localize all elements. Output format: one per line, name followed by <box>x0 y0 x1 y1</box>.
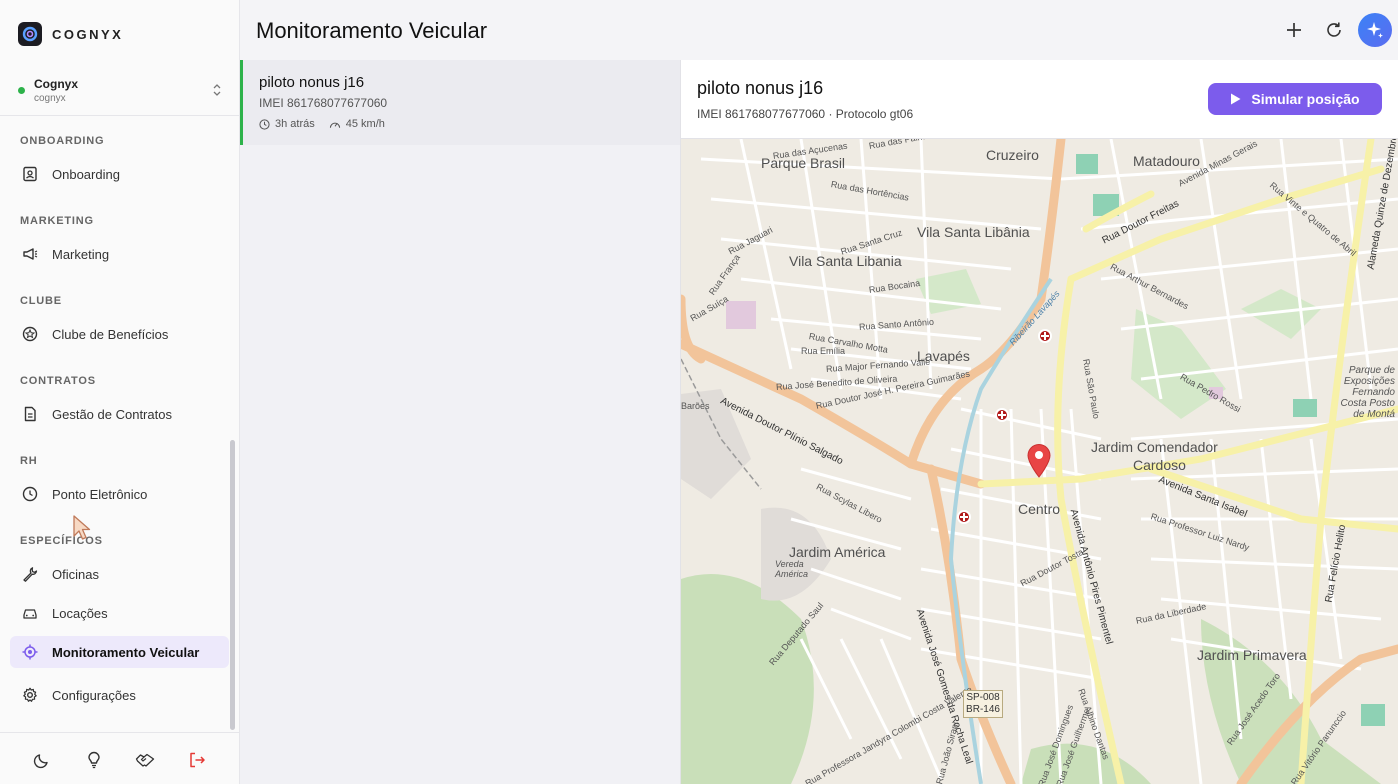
simulate-position-label: Simular posição <box>1251 91 1360 107</box>
sidebar-nav: ONBOARDING Onboarding MARKETING Marketin… <box>0 116 239 732</box>
last-update: 3h atrás <box>259 118 315 130</box>
mouse-cursor-icon <box>72 514 94 547</box>
map-view[interactable]: Cruzeiro Matadouro Parque Brasil Vila Sa… <box>681 139 1398 784</box>
logout-icon[interactable] <box>186 749 208 771</box>
map-label-jardim-america: Jardim América <box>789 544 886 560</box>
document-icon <box>24 406 36 422</box>
megaphone-icon <box>23 248 38 260</box>
moon-icon[interactable] <box>31 749 53 771</box>
map-label-jardim-primavera: Jardim Primavera <box>1197 647 1307 663</box>
vehicle-location-pin-icon[interactable] <box>1027 444 1051 478</box>
vehicle-list: piloto nonus j16 IMEI 861768077677060 3h… <box>240 60 681 784</box>
section-title-clube: CLUBE <box>20 295 62 307</box>
section-title-marketing: MARKETING <box>20 215 94 227</box>
section-title-onboarding: ONBOARDING <box>20 135 105 147</box>
speed: 45 km/h <box>329 118 385 130</box>
section-title-contratos: CONTRATOS <box>20 375 96 387</box>
speedometer-icon <box>329 122 340 128</box>
page-title: Monitoramento Veicular <box>256 18 488 43</box>
ai-sparkle-button[interactable] <box>1358 13 1392 47</box>
sidebar: COGNYX Cognyx cognyx ONBOARDING Onboardi… <box>0 0 240 784</box>
map-label-jardim-comendador: Jardim Comendador <box>1091 439 1218 455</box>
map-label-centro: Centro <box>1018 501 1061 517</box>
clock-icon <box>259 118 270 130</box>
sidebar-item-monitoramento[interactable]: Monitoramento Veicular <box>10 636 229 668</box>
vehicle-name: piloto nonus j16 <box>259 74 365 91</box>
online-status-dot <box>18 87 25 94</box>
gear-icon <box>23 687 37 702</box>
detail-subtitle: IMEI 861768077677060 · Protocolo gt06 <box>697 107 914 121</box>
handshake-icon[interactable] <box>134 749 156 771</box>
section-title-rh: RH <box>20 455 38 467</box>
brand-logo-icon <box>18 22 42 46</box>
sidebar-item-locacoes[interactable]: Locações <box>10 597 229 629</box>
clock-icon <box>22 486 38 502</box>
brand[interactable]: COGNYX <box>18 22 123 46</box>
add-icon[interactable] <box>1280 16 1308 44</box>
sidebar-item-label: Oficinas <box>52 566 99 582</box>
sidebar-item-label: Onboarding <box>52 166 120 182</box>
map-label-vila-santa-libania: Vila Santa Libânia <box>917 224 1030 240</box>
sidebar-item-label: Gestão de Contratos <box>52 406 172 422</box>
vehicle-imei: IMEI 861768077677060 <box>259 96 388 110</box>
map-label-vereda-america: Vereda América <box>775 559 809 579</box>
sidebar-item-clube[interactable]: Clube de Benefícios <box>10 318 229 350</box>
sidebar-item-label: Clube de Benefícios <box>52 326 169 342</box>
map-label-parque-exposicoes: Parque de Exposições Fernando Costa Post… <box>1340 365 1395 420</box>
map-label-matadouro: Matadouro <box>1133 153 1200 169</box>
simulate-position-button[interactable]: Simular posição <box>1208 83 1382 115</box>
sidebar-item-label: Configurações <box>52 687 136 703</box>
sidebar-item-label: Locações <box>52 605 108 621</box>
vehicle-detail-header: piloto nonus j16 IMEI 861768077677060 · … <box>681 60 1398 139</box>
sidebar-item-label: Monitoramento Veicular <box>52 644 200 660</box>
chevron-up-down-icon <box>213 83 221 99</box>
map-label-cruzeiro: Cruzeiro <box>986 147 1039 163</box>
sidebar-item-configuracoes[interactable]: Configurações <box>10 679 229 711</box>
sidebar-footer <box>0 732 239 784</box>
sidebar-item-onboarding[interactable]: Onboarding <box>10 158 229 190</box>
sidebar-item-oficinas[interactable]: Oficinas <box>10 558 229 590</box>
hospital-icon <box>995 408 1009 422</box>
highway-shield-sp: SP-008 <box>966 692 1000 703</box>
star-badge-icon <box>22 326 38 342</box>
speed-text: 45 km/h <box>345 118 385 130</box>
sidebar-item-label: Ponto Eletrônico <box>52 486 148 502</box>
crosshair-icon <box>22 644 38 660</box>
map-label-baroes: Barões <box>681 401 710 411</box>
sidebar-scrollbar[interactable] <box>230 440 235 730</box>
highway-shield-br: BR-146 <box>966 704 1000 715</box>
vehicle-list-item[interactable]: piloto nonus j16 IMEI 861768077677060 3h… <box>240 60 680 145</box>
hospital-icon <box>957 510 971 524</box>
sidebar-item-marketing[interactable]: Marketing <box>10 238 229 270</box>
sparkle-icon <box>1367 22 1383 38</box>
highway-shield: SP-008 BR-146 <box>963 690 1003 718</box>
vehicle-meta: 3h atrás 45 km/h <box>259 118 385 130</box>
org-switcher[interactable]: Cognyx cognyx <box>0 66 239 116</box>
org-name: Cognyx <box>34 77 79 91</box>
map-label-r-emilia: Rua Emília <box>801 346 846 356</box>
wrench-icon <box>23 567 38 582</box>
top-bar: Monitoramento Veicular <box>240 0 1398 60</box>
sidebar-item-label: Marketing <box>52 246 110 262</box>
org-slug: cognyx <box>34 93 66 104</box>
id-badge-icon <box>23 166 37 182</box>
map-label-cardoso: Cardoso <box>1133 457 1186 473</box>
sidebar-item-ponto[interactable]: Ponto Eletrônico <box>10 478 229 510</box>
last-update-text: 3h atrás <box>275 118 315 130</box>
lightbulb-icon[interactable] <box>83 749 105 771</box>
sidebar-item-contratos[interactable]: Gestão de Contratos <box>10 398 229 430</box>
play-icon <box>1231 93 1241 105</box>
car-icon <box>23 609 37 619</box>
refresh-icon[interactable] <box>1320 16 1348 44</box>
detail-title: piloto nonus j16 <box>697 78 824 98</box>
brand-name: COGNYX <box>52 26 124 42</box>
hospital-icon <box>1038 329 1052 343</box>
